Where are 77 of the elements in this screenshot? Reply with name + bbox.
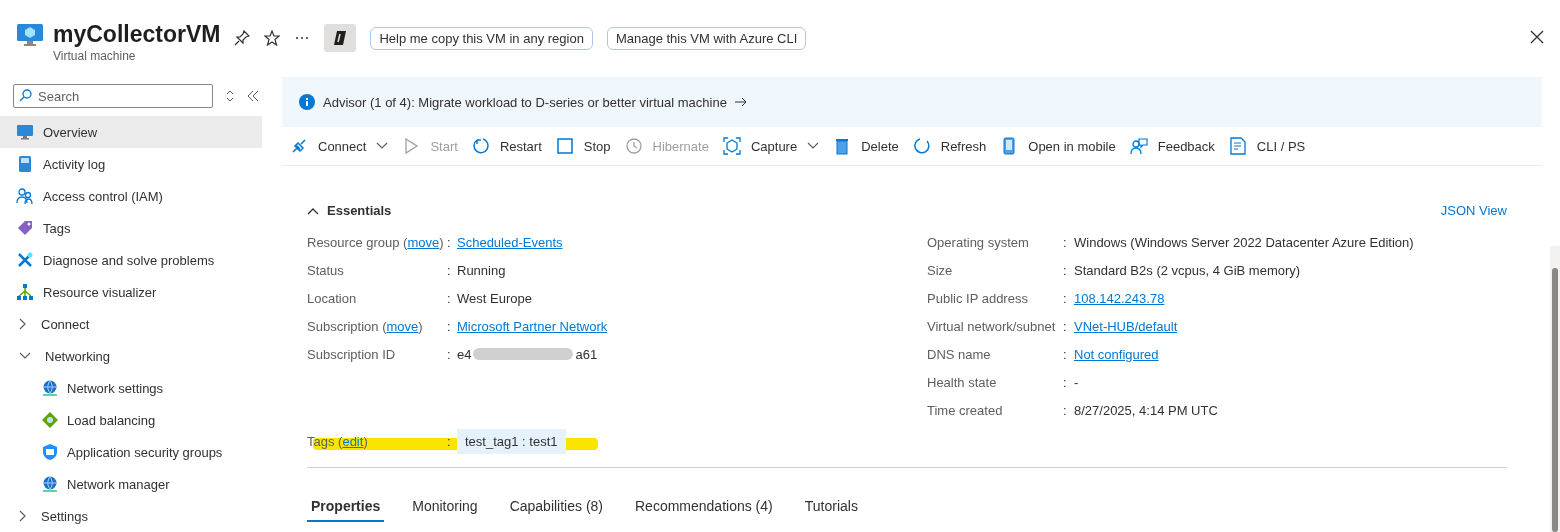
value-link[interactable]: VNet-HUB/default — [1074, 318, 1178, 334]
value-link[interactable]: Not configured — [1074, 346, 1159, 362]
advisor-banner[interactable]: Advisor (1 of 4): Migrate workload to D-series or better virtual machine — [282, 77, 1542, 127]
field-label: DNS name — [927, 346, 992, 362]
nav-item[interactable]: Access control (IAM) — [0, 180, 262, 212]
field-value: Running — [457, 262, 506, 278]
value-link[interactable]: Scheduled-Events — [457, 234, 563, 250]
toolbar-button[interactable]: Refresh — [912, 137, 987, 155]
nav-item[interactable]: Network settings — [0, 372, 262, 404]
field-label: Public IP address — [927, 290, 1029, 306]
field-label: Virtual network/subnet — [927, 318, 1057, 334]
nav-item[interactable]: Resource visualizer — [0, 276, 262, 308]
nav-group[interactable]: Networking — [0, 340, 262, 372]
toolbar-button[interactable]: CLI / PS — [1228, 137, 1306, 155]
essentials-toggle[interactable]: Essentials — [307, 203, 392, 218]
nav-item[interactable]: Load balancing — [0, 404, 262, 436]
tab[interactable]: Tutorials — [800, 498, 862, 522]
action-link[interactable]: edit — [342, 433, 364, 449]
field-value: Standard B2s (2 vcpus, 4 GiB memory) — [1074, 262, 1301, 278]
page-subtitle: Virtual machine — [53, 49, 137, 63]
colon: : — [1063, 318, 1068, 334]
nav-item[interactable]: Tags — [0, 212, 262, 244]
field-label: Status — [307, 262, 345, 278]
json-view-link[interactable]: JSON View — [1440, 203, 1507, 218]
field-label: Subscription (move) — [307, 318, 424, 334]
value-link[interactable]: Microsoft Partner Network — [457, 318, 608, 334]
field-label: Location — [307, 290, 358, 306]
field-value: 8/27/2025, 4:14 PM UTC — [1074, 402, 1218, 418]
tab[interactable]: Recommendations (4) — [631, 498, 777, 522]
page-title: myCollectorVM — [53, 20, 221, 48]
prompt-button[interactable]: Manage this VM with Azure CLI — [606, 26, 807, 50]
toolbar-button[interactable]: Restart — [471, 137, 542, 155]
tag-value: test_tag1 : test1 — [457, 428, 566, 454]
toolbar-button[interactable]: Feedback — [1129, 137, 1215, 155]
colon: : — [447, 346, 452, 362]
colon: : — [1063, 234, 1068, 250]
colon: : — [1063, 402, 1068, 418]
toolbar-button[interactable]: Capture — [722, 137, 820, 155]
prompt-button[interactable]: Help me copy this VM in any region — [370, 26, 593, 50]
field-label: Size — [927, 262, 954, 278]
colon: : — [447, 318, 452, 334]
field-label: Health state — [927, 374, 998, 390]
field-label: Resource group (move) — [307, 234, 445, 250]
tab[interactable]: Capabilities (8) — [505, 498, 607, 522]
search-field[interactable]: Search — [13, 84, 213, 108]
field-value: e4 — [457, 346, 472, 362]
field-label: Time created — [927, 402, 1004, 418]
nav-item[interactable]: Application security groups — [0, 436, 262, 468]
action-link[interactable]: move — [386, 318, 419, 334]
colon: : — [447, 262, 452, 278]
nav-item[interactable]: Activity log — [0, 148, 262, 180]
field-label: Operating system — [927, 234, 1030, 250]
colon: : — [447, 433, 452, 449]
colon: : — [1063, 290, 1068, 306]
toolbar-button[interactable]: Delete — [833, 137, 899, 155]
colon: : — [447, 234, 452, 250]
nav-group[interactable]: Connect — [0, 308, 262, 340]
toolbar-button[interactable]: Connect — [290, 137, 389, 155]
nav-group[interactable]: Settings — [0, 500, 262, 532]
action-link[interactable]: move — [407, 234, 440, 250]
field-value: Windows (Windows Server 2022 Datacenter Azure Edition) — [1074, 234, 1414, 250]
tab[interactable]: Properties — [307, 498, 385, 522]
toolbar-button[interactable]: Open in mobile — [1000, 137, 1116, 155]
nav-item[interactable]: Overview — [0, 116, 262, 148]
colon: : — [1063, 346, 1068, 362]
colon: : — [447, 290, 452, 306]
toolbar-button[interactable]: Stop — [555, 137, 611, 155]
nav-item[interactable]: Diagnose and solve problems — [0, 244, 262, 276]
field-value: West Europe — [457, 290, 532, 306]
colon: : — [1063, 262, 1068, 278]
nav-item[interactable]: Network manager — [0, 468, 262, 500]
field-value: - — [1074, 374, 1079, 390]
colon: : — [1063, 374, 1068, 390]
value-link[interactable]: 108.142.243.78 — [1074, 290, 1165, 306]
tab[interactable]: Monitoring — [408, 498, 482, 522]
field-value: a61 — [575, 346, 598, 362]
field-label: Subscription ID — [307, 346, 397, 362]
